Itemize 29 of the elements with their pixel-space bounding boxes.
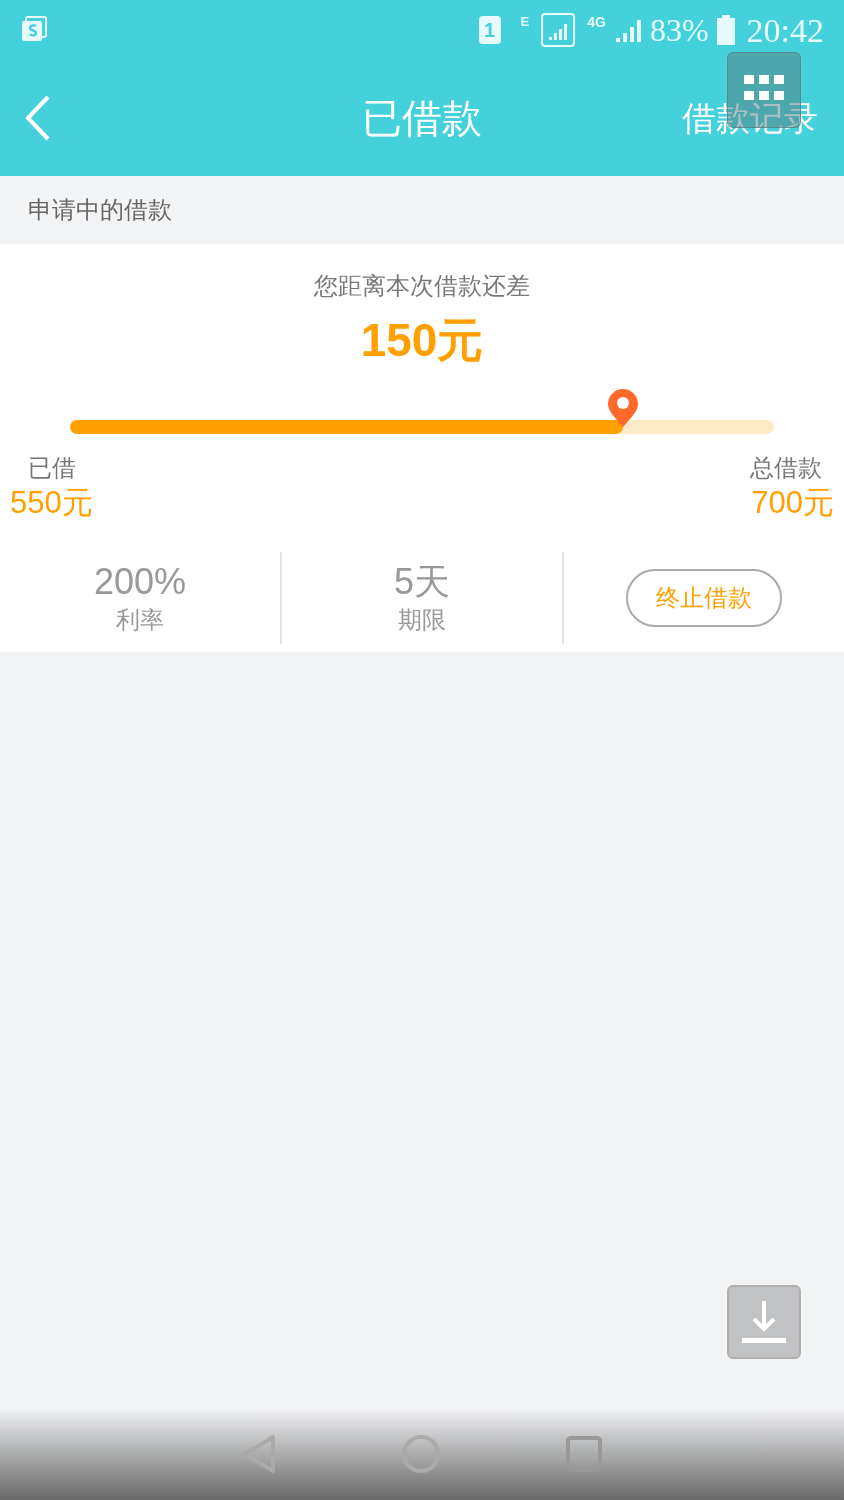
recent-apps-icon[interactable] — [565, 1436, 602, 1472]
stat-value: 5天 — [394, 560, 450, 604]
download-icon — [741, 1299, 787, 1345]
page-title: 已借款 — [362, 95, 482, 142]
loan-history-link[interactable]: 借款记录 — [682, 92, 818, 144]
remaining-caption: 您距离本次借款还差 — [314, 271, 530, 301]
location-pin-icon — [607, 388, 640, 428]
download-button[interactable] — [727, 1285, 801, 1359]
network-type: E — [520, 13, 530, 31]
section-title: 申请中的借款 — [28, 195, 172, 225]
home-nav-icon[interactable] — [401, 1434, 441, 1474]
stat-label: 利率 — [116, 605, 164, 635]
signal-icon — [541, 13, 576, 47]
back-nav-icon[interactable] — [242, 1434, 277, 1474]
remaining-amount: 150元 — [360, 313, 484, 368]
battery-percentage: 83% — [649, 11, 709, 50]
grid-icon — [744, 75, 784, 101]
borrowed-label: 已借 — [28, 453, 76, 483]
back-icon — [24, 95, 52, 141]
borrowed-amount: 550元 — [10, 484, 93, 522]
total-label: 总借款 — [750, 453, 822, 483]
clock: 20:42 — [746, 10, 824, 51]
battery-icon — [716, 15, 735, 45]
sim-card-label: 1 — [478, 16, 501, 44]
data-type: 4G — [587, 13, 606, 32]
stat-value: 200% — [93, 560, 187, 604]
total-amount: 700元 — [751, 484, 834, 522]
stat-label: 期限 — [398, 605, 446, 635]
terminate-loan-button[interactable]: 终止借款 — [626, 569, 782, 627]
